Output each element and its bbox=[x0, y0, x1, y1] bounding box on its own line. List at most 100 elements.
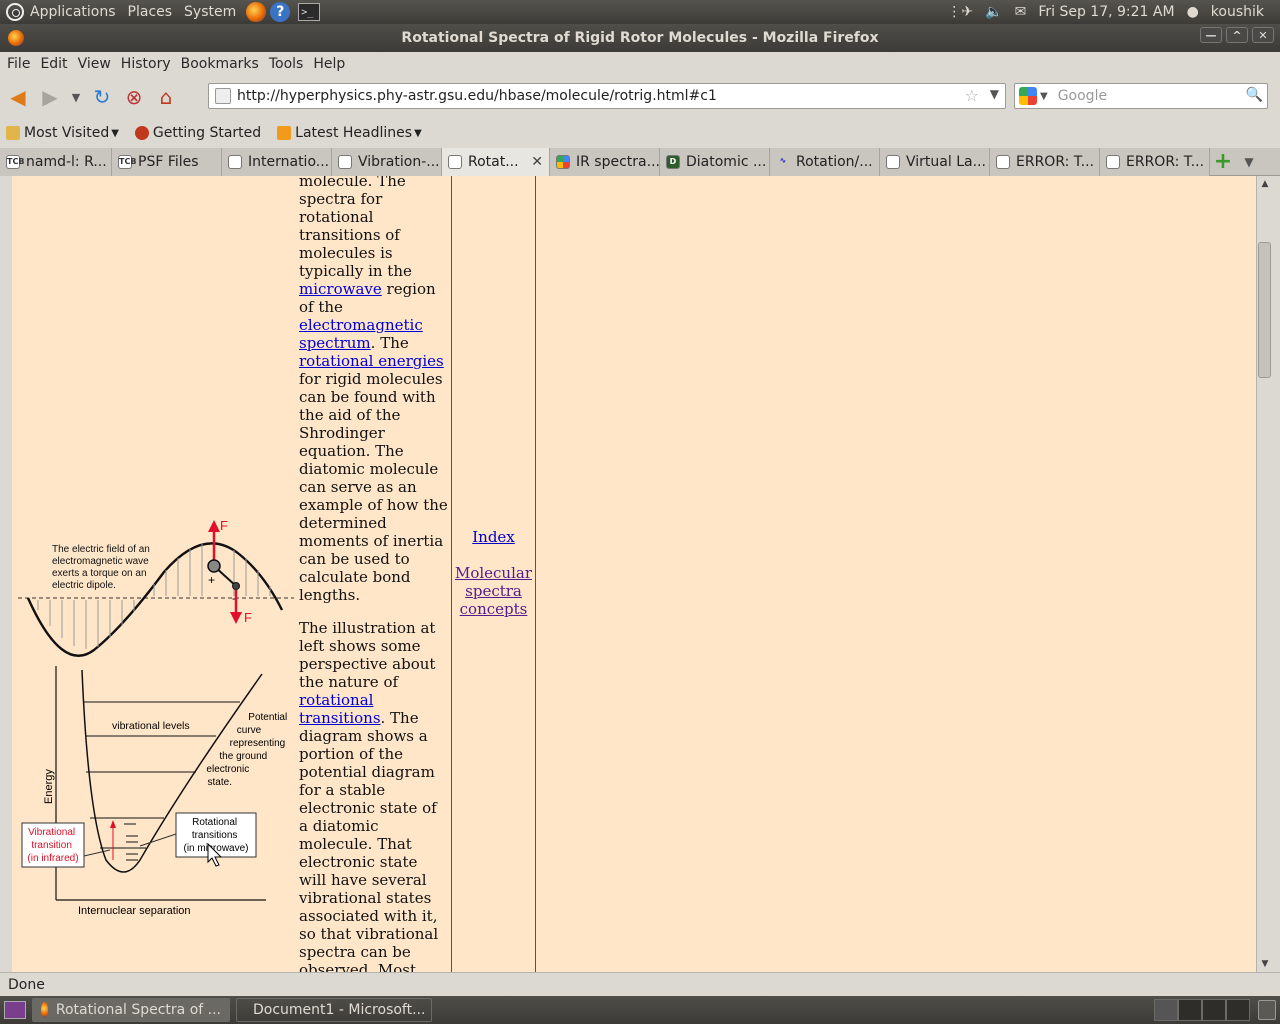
home-button[interactable]: ⌂ bbox=[152, 83, 180, 111]
menu-tools[interactable]: Tools bbox=[264, 56, 309, 72]
bookmark-star-icon[interactable]: ☆ bbox=[965, 86, 979, 105]
trash-icon[interactable] bbox=[1258, 1000, 1276, 1020]
tab-error-1[interactable]: ERROR: T... bbox=[990, 148, 1100, 176]
navigation-toolbar: ◀ ▶ ▼ ↻ ⊗ ⌂ http://hyperphysics.phy-astr… bbox=[0, 76, 1280, 118]
link-rotational-transitions[interactable]: rotational transitions bbox=[299, 691, 381, 727]
page-content[interactable]: The electric field of an electromagnetic… bbox=[0, 176, 1280, 972]
status-text: Done bbox=[8, 976, 45, 993]
tab-namd[interactable]: TCB namd-l: R... bbox=[0, 148, 112, 176]
workspace-2[interactable] bbox=[1178, 999, 1202, 1021]
user-name[interactable]: koushik bbox=[1205, 4, 1270, 20]
side-navigation: Index Molecular spectra concepts bbox=[452, 528, 535, 618]
scrollbar-thumb[interactable] bbox=[1258, 242, 1271, 378]
close-tab-icon[interactable]: ✕ bbox=[531, 154, 543, 170]
volume-icon[interactable]: 🔈 bbox=[979, 4, 1008, 20]
stop-button[interactable]: ⊗ bbox=[120, 83, 148, 111]
dipole-positive-icon bbox=[207, 559, 221, 573]
google-engine-icon[interactable] bbox=[1019, 87, 1037, 105]
show-desktop-icon[interactable] bbox=[4, 1001, 26, 1019]
engine-dropdown-icon[interactable]: ▼ bbox=[1040, 91, 1048, 102]
menu-edit[interactable]: Edit bbox=[35, 56, 72, 72]
search-placeholder: Google bbox=[1057, 88, 1108, 104]
list-all-tabs-icon[interactable]: ▼ bbox=[1236, 148, 1262, 175]
tab-psf-files[interactable]: TCB PSF Files bbox=[112, 148, 222, 176]
maximize-button[interactable]: ^ bbox=[1226, 27, 1248, 43]
page-icon bbox=[338, 155, 352, 169]
applications-menu[interactable]: Applications bbox=[24, 4, 122, 20]
system-menu[interactable]: System bbox=[178, 4, 242, 20]
new-tab-button[interactable]: + bbox=[1210, 148, 1236, 175]
link-microwave[interactable]: microwave bbox=[299, 280, 382, 298]
tcb-site-icon: TCB bbox=[6, 155, 24, 169]
window-titlebar[interactable]: Rotational Spectra of Rigid Rotor Molecu… bbox=[0, 24, 1280, 52]
rotational-transitions-label: Rotational transitions (in microwave) bbox=[183, 817, 248, 854]
scroll-down-icon[interactable]: ▼ bbox=[1257, 956, 1273, 972]
link-rotational-energies[interactable]: rotational energies bbox=[299, 352, 444, 370]
page-icon bbox=[228, 155, 242, 169]
page-icon bbox=[448, 155, 462, 169]
workspace-4[interactable] bbox=[1226, 999, 1250, 1021]
firefox-icon bbox=[41, 1002, 48, 1018]
tab-error-2[interactable]: ERROR: T... bbox=[1100, 148, 1210, 176]
bottom-taskbar: Rotational Spectra of ... Document1 - Mi… bbox=[0, 996, 1280, 1024]
page-icon bbox=[1106, 155, 1120, 169]
search-icon[interactable]: 🔍 bbox=[1246, 87, 1263, 103]
bookmark-latest-headlines[interactable]: Latest Headlines ▼ bbox=[277, 125, 422, 141]
menu-help[interactable]: Help bbox=[308, 56, 350, 72]
close-button[interactable]: ✕ bbox=[1252, 27, 1274, 43]
link-molecular-spectra-concepts[interactable]: Molecular spectra concepts bbox=[452, 564, 535, 618]
terminal-launcher-icon[interactable]: >_ bbox=[298, 3, 321, 21]
user-status-icon[interactable]: ● bbox=[1181, 4, 1205, 20]
firefox-window-icon[interactable] bbox=[8, 30, 24, 46]
ubuntu-logo-icon[interactable] bbox=[6, 3, 24, 21]
tab-rotational-active[interactable]: Rotat... ✕ bbox=[442, 148, 550, 176]
tab-virtual-lab[interactable]: Virtual La... bbox=[880, 148, 990, 176]
scroll-up-icon[interactable]: ▲ bbox=[1257, 176, 1273, 192]
table-divider-right bbox=[535, 176, 536, 972]
site-identity-icon[interactable] bbox=[215, 88, 231, 104]
back-button[interactable]: ◀ bbox=[4, 83, 32, 111]
url-text[interactable]: http://hyperphysics.phy-astr.gsu.edu/hba… bbox=[237, 88, 717, 104]
article-text-column: molecule. The spectra for rotational tra… bbox=[299, 176, 449, 972]
tab-ir-spectra[interactable]: IR spectra... bbox=[550, 148, 660, 176]
window-right-edge bbox=[1272, 176, 1280, 972]
history-dropdown-icon[interactable]: ▼ bbox=[68, 83, 84, 111]
clock[interactable]: Fri Sep 17, 9:21 AM bbox=[1032, 4, 1180, 20]
force-label-bottom: F bbox=[244, 610, 252, 625]
menu-view[interactable]: View bbox=[73, 56, 116, 72]
network-icon[interactable]: ⋮✈ bbox=[941, 4, 979, 20]
bookmark-most-visited[interactable]: Most Visited ▼ bbox=[6, 125, 119, 141]
vertical-scrollbar[interactable]: ▲ ▼ bbox=[1256, 176, 1272, 972]
tab-diatomic[interactable]: D Diatomic ... bbox=[660, 148, 770, 176]
reload-button[interactable]: ↻ bbox=[88, 83, 116, 111]
minimize-button[interactable]: — bbox=[1200, 27, 1222, 43]
tab-vibration[interactable]: Vibration-... bbox=[332, 148, 442, 176]
link-index[interactable]: Index bbox=[452, 528, 535, 546]
tcb-site-icon: TCB bbox=[118, 155, 136, 169]
search-box[interactable]: ▼ Google 🔍 bbox=[1014, 83, 1268, 109]
taskbar-firefox[interactable]: Rotational Spectra of ... bbox=[32, 998, 230, 1022]
tab-international[interactable]: Internatio... bbox=[222, 148, 332, 176]
menu-file[interactable]: File bbox=[2, 56, 35, 72]
workspace-switcher[interactable] bbox=[1154, 999, 1250, 1021]
bookmarks-toolbar: Most Visited ▼ Getting Started Latest Hea… bbox=[0, 118, 1280, 148]
menu-bookmarks[interactable]: Bookmarks bbox=[176, 56, 264, 72]
tab-rotation[interactable]: ∿ Rotation/... bbox=[770, 148, 880, 176]
taskbar-word-document[interactable]: Document1 - Microsoft... bbox=[236, 998, 432, 1022]
menu-history[interactable]: History bbox=[116, 56, 176, 72]
workspace-3[interactable] bbox=[1202, 999, 1226, 1021]
workspace-1[interactable] bbox=[1154, 999, 1178, 1021]
url-dropdown-icon[interactable]: ▼ bbox=[990, 87, 999, 101]
paragraph-1: molecule. The spectra for rotational tra… bbox=[299, 176, 448, 604]
bookmark-getting-started[interactable]: Getting Started bbox=[134, 125, 261, 141]
firefox-launcher-icon[interactable] bbox=[246, 2, 267, 22]
top-panel: Applications Places System ? >_ ⋮✈ 🔈 ✉ F… bbox=[0, 0, 1280, 24]
page-icon bbox=[996, 155, 1010, 169]
url-bar[interactable]: http://hyperphysics.phy-astr.gsu.edu/hba… bbox=[208, 83, 1006, 109]
places-menu[interactable]: Places bbox=[122, 4, 179, 20]
forward-button[interactable]: ▶ bbox=[36, 83, 64, 111]
help-launcher-icon[interactable]: ? bbox=[270, 2, 291, 22]
paragraph-2: The illustration at left shows some pers… bbox=[299, 619, 439, 972]
rss-icon bbox=[277, 126, 292, 140]
mail-icon[interactable]: ✉ bbox=[1009, 4, 1033, 20]
